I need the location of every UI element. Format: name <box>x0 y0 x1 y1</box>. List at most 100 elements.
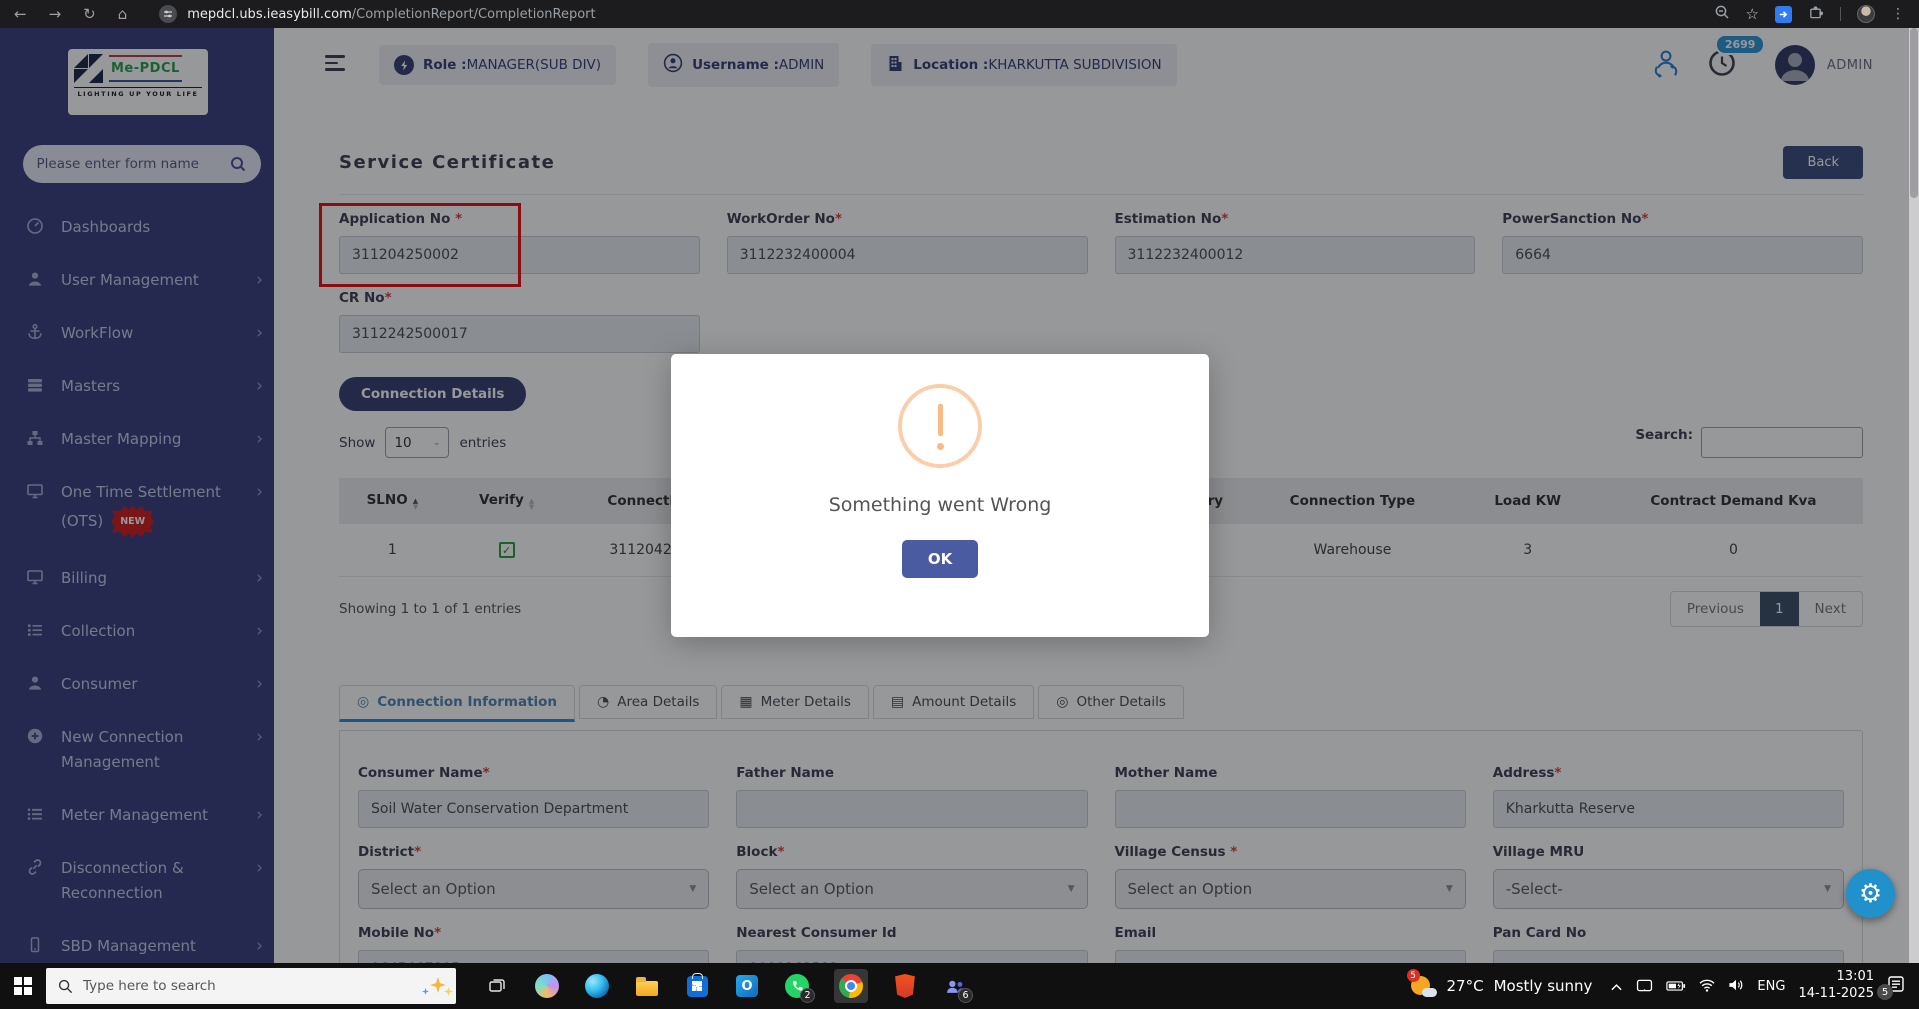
bookmark-star-icon[interactable]: ☆ <box>1746 5 1759 23</box>
extensions-puzzle-icon[interactable] <box>1808 4 1824 24</box>
sidebar-item-dashboards[interactable]: Dashboards <box>0 201 283 254</box>
whatsapp-icon[interactable]: 2 <box>784 973 815 1003</box>
col-contract-demand[interactable]: Contract Demand Kva <box>1603 478 1863 524</box>
sidebar-item-billing[interactable]: Billing › <box>0 552 283 605</box>
avatar[interactable] <box>1774 45 1815 85</box>
next-page-button[interactable]: Next <box>1799 592 1862 626</box>
weather-widget[interactable]: 5 27°C Mostly sunny <box>1406 969 1592 998</box>
field-block: Block* Select an Option ▼ <box>736 844 1088 909</box>
mobile-no-input[interactable]: 9645467895 <box>358 949 710 963</box>
monitor-icon <box>26 568 46 590</box>
father-name-input[interactable] <box>736 789 1088 828</box>
col-verify[interactable]: Verify ▲ ▼ <box>445 478 568 524</box>
start-button[interactable] <box>0 977 46 995</box>
pending-clock-icon[interactable]: 2699 <box>1707 34 1766 82</box>
edge-icon[interactable] <box>584 973 610 999</box>
verified-checkbox[interactable]: ✓ <box>498 542 515 558</box>
search-icon[interactable] <box>229 155 247 173</box>
chevron-right-icon: › <box>256 805 263 825</box>
sidebar-item-consumer[interactable]: Consumer › <box>0 658 283 711</box>
sidebar-item-meter-management[interactable]: Meter Management › <box>0 789 283 842</box>
hamburger-menu-icon[interactable] <box>325 55 347 75</box>
estimation-no-input[interactable]: 3112232400012 <box>1114 236 1476 274</box>
sidebar-item-sbd-management[interactable]: SBD Management › <box>0 920 283 963</box>
village-mru-select[interactable]: -Select- ▼ <box>1492 868 1844 909</box>
browser-back-icon[interactable]: ← <box>14 6 27 22</box>
application-no-input[interactable]: 311204250002 <box>339 236 700 274</box>
wifi-icon[interactable] <box>1699 977 1715 996</box>
taskbar-search[interactable] <box>46 968 456 1004</box>
file-explorer-icon[interactable] <box>634 973 660 999</box>
browser-profile-avatar[interactable] <box>1857 5 1875 23</box>
workorder-no-input[interactable]: 3112232400004 <box>726 236 1088 274</box>
user-sync-icon[interactable] <box>1649 46 1683 84</box>
browser-home-icon[interactable]: ⌂ <box>118 6 128 22</box>
field-workorder-no: WorkOrder No* 3112232400004 <box>726 211 1088 274</box>
language-indicator[interactable]: ENG <box>1757 979 1785 994</box>
pan-card-input[interactable] <box>1492 949 1844 963</box>
address-input[interactable]: Kharkutta Reserve <box>1492 789 1844 828</box>
tab-other-details[interactable]: ◎ Other Details <box>1038 684 1184 719</box>
nearest-consumer-id-input[interactable]: 1000263583 <box>736 949 1088 963</box>
outlook-icon[interactable]: O <box>734 973 760 999</box>
zoom-icon[interactable] <box>1714 4 1730 24</box>
sidebar-scrollbar[interactable] <box>274 28 283 963</box>
extension-pinned-icon[interactable] <box>1775 5 1792 23</box>
notification-count-badge: 2699 <box>1714 34 1766 55</box>
cast-icon[interactable] <box>1636 977 1653 996</box>
block-select[interactable]: Select an Option ▼ <box>736 868 1088 909</box>
tab-amount-details[interactable]: ▤ Amount Details <box>872 684 1035 719</box>
tab-connection-information[interactable]: ◎ Connection Information <box>339 684 576 722</box>
sidebar-search-input[interactable] <box>36 156 229 172</box>
chrome-icon[interactable] <box>834 969 868 1003</box>
email-input[interactable] <box>1114 949 1466 963</box>
taskbar-clock[interactable]: 13:01 14-11-2025 <box>1798 969 1874 1003</box>
tray-chevron-icon[interactable] <box>1610 977 1623 996</box>
district-select[interactable]: Select an Option ▼ <box>358 868 710 909</box>
brave-icon[interactable] <box>892 973 918 999</box>
table-search-input[interactable] <box>1701 427 1863 458</box>
page-size-select[interactable]: 10 ⌄ <box>385 427 450 458</box>
sidebar-search[interactable] <box>22 145 261 183</box>
taskbar-search-input[interactable] <box>83 978 444 994</box>
cr-no-input[interactable]: 3112242500017 <box>339 315 700 353</box>
browser-forward-icon[interactable]: → <box>49 6 62 22</box>
chevron-right-icon: › <box>256 376 263 396</box>
browser-menu-icon[interactable]: ⋮ <box>1891 6 1905 22</box>
sidebar-item-master-mapping[interactable]: Master Mapping › <box>0 413 283 466</box>
current-page-button[interactable]: 1 <box>1759 591 1799 626</box>
task-view-icon[interactable] <box>484 973 510 999</box>
col-slno[interactable]: SLNO ▲ ▼ <box>339 478 446 524</box>
site-settings-icon[interactable] <box>159 5 178 23</box>
sidebar-item-workflow[interactable]: WorkFlow › <box>0 307 283 360</box>
sidebar-item-ots[interactable]: One Time Settlement (OTS) NEW › <box>0 466 283 552</box>
powersanction-no-input[interactable]: 6664 <box>1502 236 1863 274</box>
ok-button[interactable]: OK <box>901 540 979 578</box>
back-button[interactable]: Back <box>1783 145 1863 179</box>
village-census-select[interactable]: Select an Option ▼ <box>1114 868 1466 909</box>
volume-icon[interactable] <box>1728 977 1744 996</box>
teams-people-icon[interactable]: 6 <box>942 973 973 1003</box>
field-cr-no: CR No* 3112242500017 <box>339 290 700 353</box>
mother-name-input[interactable] <box>1114 789 1466 828</box>
tab-meter-details[interactable]: ▦ Meter Details <box>721 684 869 719</box>
address-bar[interactable]: mepdcl.ubs.ieasybill.com/CompletionRepor… <box>159 5 596 23</box>
page-scrollbar[interactable] <box>1909 28 1919 963</box>
copilot-icon[interactable] <box>534 973 560 999</box>
settings-gear-button[interactable]: ⚙ <box>1846 869 1895 918</box>
sidebar-item-user-management[interactable]: User Management › <box>0 254 283 307</box>
microsoft-store-icon[interactable] <box>684 972 710 999</box>
chevron-right-icon: › <box>256 621 263 641</box>
sidebar-item-masters[interactable]: Masters › <box>0 360 283 413</box>
notification-center-icon[interactable]: 5 <box>1877 975 1905 1000</box>
previous-page-button[interactable]: Previous <box>1671 592 1760 626</box>
sidebar-item-new-connection[interactable]: New Connection Management › <box>0 711 283 789</box>
sidebar-item-disconnection[interactable]: Disconnection & Reconnection › <box>0 842 283 920</box>
sidebar-item-collection[interactable]: Collection › <box>0 605 283 658</box>
battery-icon[interactable] <box>1666 977 1686 996</box>
col-connection-type[interactable]: Connection Type <box>1253 478 1452 524</box>
consumer-name-input[interactable]: Soil Water Conservation Department <box>358 789 710 828</box>
browser-reload-icon[interactable]: ↻ <box>83 6 96 22</box>
tab-area-details[interactable]: ◔ Area Details <box>579 684 718 719</box>
col-load-kw[interactable]: Load KW <box>1451 478 1604 524</box>
